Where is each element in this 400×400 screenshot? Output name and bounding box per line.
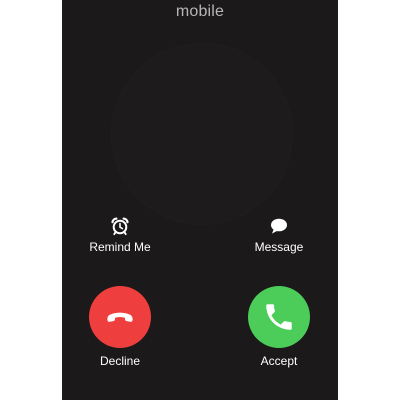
- accept-label: Accept: [260, 354, 298, 368]
- remind-me-label: Remind Me: [89, 240, 151, 254]
- message-label: Message: [254, 240, 304, 254]
- remind-me-button[interactable]: Remind Me: [70, 216, 170, 254]
- phone-hangup-icon: [107, 312, 133, 322]
- phone-icon: [266, 304, 292, 330]
- incoming-call-screen: mobile Remind Me Message Decline Accept: [62, 0, 338, 400]
- alarm-clock-icon: [111, 217, 129, 236]
- decline-label: Decline: [99, 354, 141, 368]
- page: mobile Remind Me Message Decline Accept: [0, 0, 400, 400]
- speech-bubble-icon: [271, 218, 287, 234]
- caller-label: mobile: [175, 3, 225, 20]
- message-button[interactable]: Message: [229, 216, 329, 254]
- accept-button[interactable]: [248, 286, 310, 348]
- caller-photo-placeholder: [112, 44, 292, 224]
- decline-button[interactable]: [89, 286, 151, 348]
